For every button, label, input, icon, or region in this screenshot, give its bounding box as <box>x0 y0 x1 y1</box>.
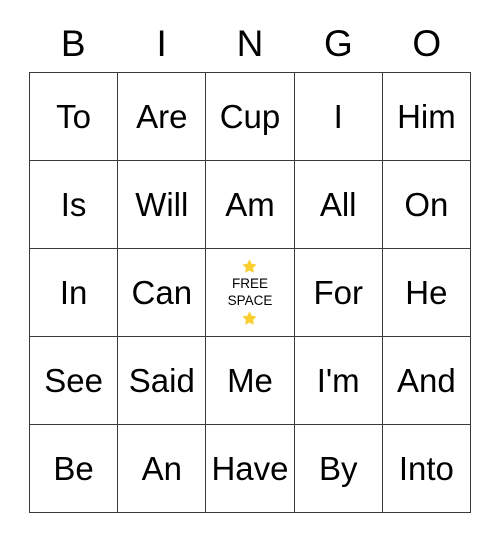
bingo-cell[interactable]: He <box>382 249 471 337</box>
bingo-cell[interactable]: To <box>30 73 119 161</box>
bingo-cell-label: See <box>44 362 103 399</box>
bingo-cell[interactable]: Into <box>382 425 471 513</box>
bingo-cell-label: Be <box>53 450 94 487</box>
bingo-cell[interactable]: All <box>294 161 383 249</box>
bingo-cell[interactable]: For <box>294 249 383 337</box>
free-space-label-line2: SPACE <box>227 293 273 308</box>
bingo-header-letter-b: B <box>60 22 86 64</box>
bingo-header-letter-g: G <box>324 22 353 64</box>
free-space-label-line1: FREE <box>231 276 268 292</box>
bingo-cell[interactable]: Be <box>30 425 119 513</box>
bingo-cell-label: Said <box>128 362 195 399</box>
bingo-cell[interactable]: Said <box>118 337 207 425</box>
bingo-cell[interactable]: Him <box>382 73 471 161</box>
bingo-cell-label: Is <box>60 186 87 223</box>
bingo-cell[interactable]: And <box>382 337 471 425</box>
bingo-header-letter-i: I <box>156 22 167 64</box>
bingo-cell[interactable]: In <box>30 249 119 337</box>
bingo-cell[interactable]: Have <box>206 425 295 513</box>
bingo-header-row: B I N G O <box>29 14 471 72</box>
bingo-cell-free-space[interactable]: FREE SPACE <box>206 249 295 337</box>
bingo-cell-label: I <box>333 98 343 135</box>
bingo-cell-label: For <box>313 274 363 311</box>
bingo-cell-label: Cup <box>219 98 281 135</box>
bingo-cell-label: Are <box>136 98 188 135</box>
bingo-cell[interactable]: I'm <box>294 337 383 425</box>
bingo-cell-label: He <box>405 274 448 311</box>
bingo-header-letter-o: O <box>412 22 442 64</box>
bingo-cell[interactable]: An <box>118 425 207 513</box>
bingo-cell-label: I'm <box>316 362 360 399</box>
bingo-cell-label: Am <box>225 186 275 223</box>
bingo-cell-label: Will <box>135 186 189 223</box>
bingo-cell-label: To <box>56 98 92 135</box>
bingo-cell[interactable]: Are <box>118 73 207 161</box>
bingo-header-letter-n: N <box>236 22 264 64</box>
bingo-cell[interactable]: I <box>294 73 383 161</box>
star-icon <box>241 310 258 327</box>
star-icon <box>241 258 258 275</box>
bingo-cell[interactable]: Can <box>118 249 207 337</box>
bingo-cell[interactable]: Cup <box>206 73 295 161</box>
bingo-cell-label: On <box>404 186 449 223</box>
bingo-cell-label: All <box>319 186 357 223</box>
bingo-cell[interactable]: See <box>30 337 119 425</box>
bingo-cell[interactable]: Me <box>206 337 295 425</box>
bingo-grid: To Are Cup I Him Is Will Am All On In Can FREE SPACE F… <box>29 72 471 513</box>
bingo-cell-label: Into <box>398 450 454 487</box>
bingo-cell[interactable]: Will <box>118 161 207 249</box>
bingo-cell-label: Have <box>211 450 289 487</box>
bingo-cell[interactable]: By <box>294 425 383 513</box>
bingo-cell-label: Me <box>227 362 273 399</box>
bingo-cell[interactable]: Am <box>206 161 295 249</box>
bingo-cell-label: An <box>141 450 182 487</box>
bingo-cell[interactable]: On <box>382 161 471 249</box>
bingo-card: B I N G O To Are Cup I Him Is Will Am All On In Can… <box>29 14 471 513</box>
bingo-cell-label: In <box>59 274 88 311</box>
bingo-cell-label: Can <box>131 274 193 311</box>
bingo-cell-label: By <box>318 450 358 487</box>
bingo-cell-label: And <box>397 362 456 399</box>
bingo-cell-label: Him <box>397 98 456 135</box>
bingo-cell[interactable]: Is <box>30 161 119 249</box>
